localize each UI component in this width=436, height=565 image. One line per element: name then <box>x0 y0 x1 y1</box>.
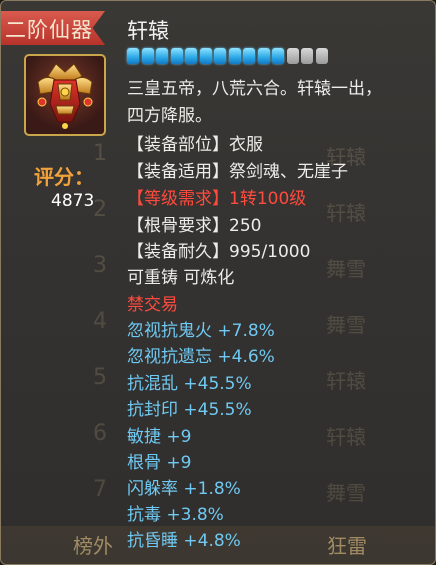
equip-slot: 【装备部位】衣服 <box>127 135 263 155</box>
attribute-line: 忽视抗鬼火 +7.8% <box>127 321 275 341</box>
gem-filled-icon <box>141 48 154 64</box>
attribute-line: 根骨 +9 <box>127 453 192 473</box>
gem-filled-icon <box>228 48 241 64</box>
attribute-line: 抗混乱 +45.5% <box>127 374 252 394</box>
attribute-line: 闪躲率 +1.8% <box>127 479 241 499</box>
item-description-line-2: 四方降服。 <box>127 106 212 126</box>
gem-filled-icon <box>170 48 183 64</box>
gem-empty-icon <box>315 48 328 64</box>
gem-filled-icon <box>156 48 168 64</box>
level-requirement: 【等级需求】1转100级 <box>127 189 307 209</box>
gem-filled-icon <box>257 48 270 64</box>
bone-requirement: 【根骨要求】250 <box>127 216 262 236</box>
attribute-line: 忽视抗遗忘 +4.6% <box>127 347 275 367</box>
rank-tag: 二阶仙器 <box>1 11 105 45</box>
attribute-line: 抗毒 +3.8% <box>127 505 224 525</box>
item-flags: 可重铸 可炼化 <box>127 268 235 288</box>
item-icon-box <box>24 54 106 136</box>
gem-filled-icon <box>199 48 212 64</box>
gem-filled-icon <box>185 48 197 64</box>
durability: 【装备耐久】995/1000 <box>127 242 311 262</box>
item-name: 轩辕 <box>127 19 169 43</box>
equip-applicable: 【装备适用】祭剑魂、无崖子 <box>127 162 348 182</box>
gem-empty-icon <box>301 48 313 64</box>
rank-tag-label: 二阶仙器 <box>5 18 93 42</box>
gem-filled-icon <box>214 48 226 64</box>
gem-filled-icon <box>272 48 284 64</box>
attribute-line: 抗封印 +45.5% <box>127 400 252 420</box>
no-trade-label: 禁交易 <box>127 295 178 315</box>
attribute-line: 抗昏睡 +4.8% <box>127 531 241 551</box>
item-description-line-1: 三皇五帝，八荒六合。轩辕一出， <box>127 79 382 99</box>
armor-icon <box>37 63 93 129</box>
gem-empty-icon <box>286 48 299 64</box>
attribute-line: 敏捷 +9 <box>127 427 192 447</box>
score-label: 评分： <box>34 165 94 189</box>
item-tooltip-panel: 1 轩辕 2 轩辕 3 舞雪 4 舞雪 5 轩辕 6 轩辕 7 舞雪 榜外 狂雷 二阶仙器 轩辕 <box>0 0 436 565</box>
score-value: 4873 <box>51 191 95 211</box>
gem-filled-icon <box>243 48 255 64</box>
gem-filled-icon <box>127 48 139 64</box>
